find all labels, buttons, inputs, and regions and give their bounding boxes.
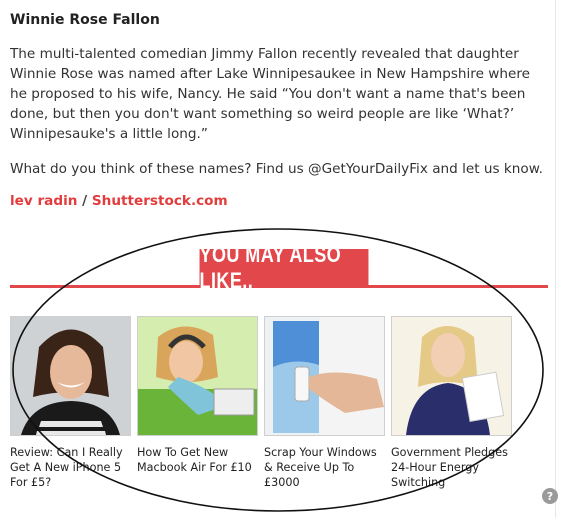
recommendation-card-3[interactable]: Scrap Your Windows & Receive Up To £3000	[264, 316, 385, 490]
recommendation-thumbnail[interactable]	[264, 316, 385, 436]
recommendation-thumbnail[interactable]	[391, 316, 512, 436]
recommendation-card-1[interactable]: Review: Can I Really Get A New iPhone 5 …	[10, 316, 131, 490]
photo-credit: lev radin / Shutterstock.com	[10, 193, 228, 209]
recommendation-caption[interactable]: How To Get New Macbook Air For £10	[137, 445, 262, 475]
recommendation-caption[interactable]: Scrap Your Windows & Receive Up To £3000	[264, 445, 389, 490]
article-title: Winnie Rose Fallon	[10, 12, 160, 28]
credit-separator: /	[82, 193, 88, 209]
recommendations-heading: YOU MAY ALSO LIKE..	[199, 242, 369, 293]
recommendation-card-2[interactable]: How To Get New Macbook Air For £10	[137, 316, 258, 475]
help-icon[interactable]: ?	[542, 488, 558, 504]
article-body: The multi-talented comedian Jimmy Fallon…	[10, 46, 531, 142]
credit-source-link[interactable]: Shutterstock.com	[92, 193, 228, 209]
recommendation-thumbnail[interactable]	[10, 316, 131, 436]
recommendation-caption[interactable]: Government Pledges 24-Hour Energy Switch…	[391, 445, 516, 490]
recommendation-thumbnail[interactable]	[137, 316, 258, 436]
credit-author-link[interactable]: lev radin	[10, 193, 77, 209]
article-question: What do you think of these names? Find u…	[10, 161, 543, 177]
recommendation-card-4[interactable]: Government Pledges 24-Hour Energy Switch…	[391, 316, 512, 490]
recommendation-caption[interactable]: Review: Can I Really Get A New iPhone 5 …	[10, 445, 135, 490]
